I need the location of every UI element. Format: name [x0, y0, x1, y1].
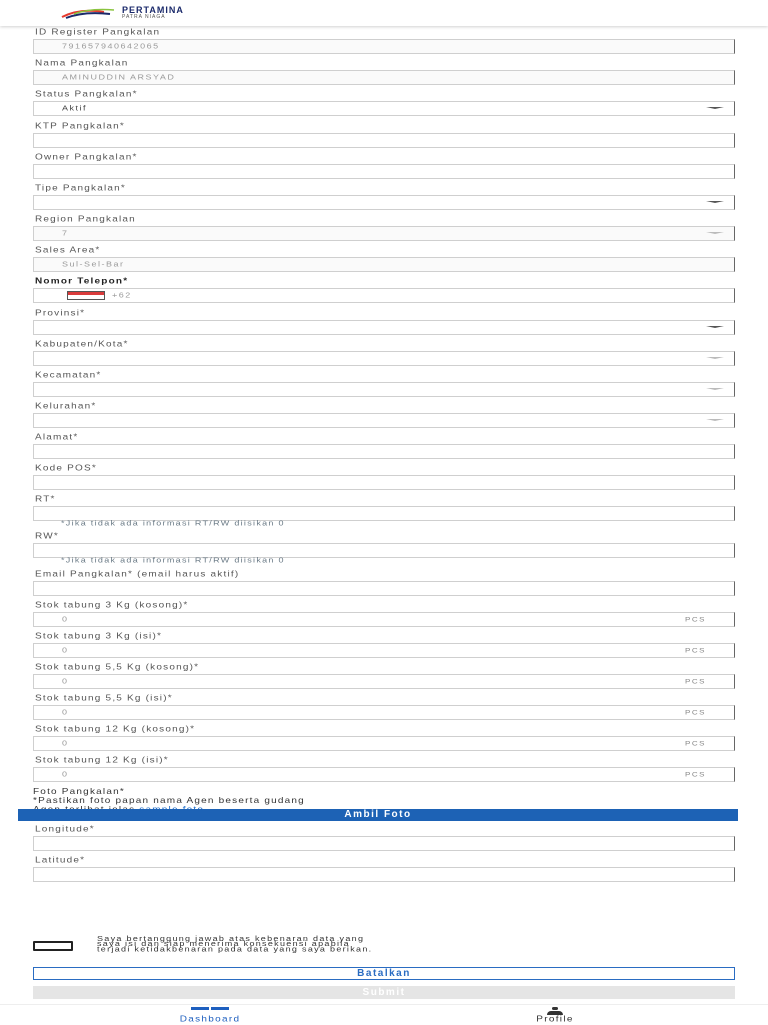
status-label: Status Pangkalan* [35, 90, 138, 100]
region-select: 7 [33, 226, 735, 241]
stok-input[interactable]: 0 PCS [33, 674, 735, 689]
status-select[interactable]: Aktif [33, 101, 735, 116]
email-input[interactable] [33, 581, 735, 596]
latitude-label: Latitude* [35, 856, 86, 866]
phone-prefix: +62 [112, 290, 132, 300]
longitude-label: Longitude* [35, 825, 95, 835]
id-register-label: ID Register Pangkalan [35, 28, 161, 38]
unit-suffix: PCS [685, 770, 706, 779]
kode-pos-input[interactable] [33, 475, 735, 490]
nav-dashboard-label: Dashboard [179, 1015, 241, 1024]
chevron-down-icon [706, 201, 724, 203]
agreement-checkbox[interactable] [33, 941, 73, 951]
foto-label: Foto Pangkalan* [33, 787, 125, 797]
sales-area-label: Sales Area* [35, 246, 101, 256]
unit-suffix: PCS [685, 615, 706, 624]
kode-pos-label: Kode POS* [35, 464, 97, 474]
chevron-down-icon [706, 357, 724, 359]
unit-suffix: PCS [685, 708, 706, 717]
kabupaten-label: Kabupaten/Kota* [35, 340, 129, 350]
owner-label: Owner Pangkalan* [35, 153, 138, 163]
stok-label: Stok tabung 12 Kg (isi)* [35, 756, 169, 766]
kecamatan-label: Kecamatan* [35, 371, 102, 381]
unit-suffix: PCS [685, 677, 706, 686]
cancel-button[interactable]: Batalkan [33, 967, 735, 980]
kelurahan-label: Kelurahan* [35, 402, 97, 412]
tipe-select[interactable] [33, 195, 735, 210]
submit-button[interactable]: Submit [33, 986, 735, 999]
agreement-text: Saya bertanggung jawab atas kebenaran da… [97, 934, 373, 953]
ambil-foto-button[interactable]: Ambil Foto [18, 809, 738, 821]
stok-input[interactable]: 0 PCS [33, 705, 735, 720]
stok-input[interactable]: 0 PCS [33, 643, 735, 658]
chevron-down-icon [706, 107, 724, 109]
stok-input[interactable]: 0 PCS [33, 736, 735, 751]
latitude-input[interactable] [33, 867, 735, 882]
person-icon [545, 1007, 565, 1015]
region-label: Region Pangkalan [35, 215, 136, 225]
foto-description: *Pastikan foto papan nama Agen beserta g… [33, 796, 305, 806]
nav-profile-label: Profile [536, 1015, 574, 1024]
kabupaten-select[interactable] [33, 351, 735, 366]
app-header: PERTAMINA PATRA NIAGA [0, 0, 768, 26]
owner-input[interactable] [33, 164, 735, 179]
rt-label: RT* [35, 495, 56, 505]
rt-hint: *Jika tidak ada informasi RT/RW diisikan… [61, 519, 285, 528]
bottom-navigation: Dashboard Profile [0, 1004, 768, 1025]
provinsi-select[interactable] [33, 320, 735, 335]
ktp-input[interactable] [33, 133, 735, 148]
indonesia-flag-icon[interactable] [67, 291, 105, 300]
agreement-section: Saya bertanggung jawab atas kebenaran da… [33, 934, 735, 956]
kelurahan-select[interactable] [33, 413, 735, 428]
sales-area-input: Sul-Sel-Bar [33, 257, 735, 272]
id-register-input: 791657940642065 [33, 39, 735, 54]
stok-input[interactable]: 0 PCS [33, 612, 735, 627]
alamat-label: Alamat* [35, 433, 79, 443]
tipe-label: Tipe Pangkalan* [35, 184, 127, 194]
stok-label: Stok tabung 3 Kg (isi)* [35, 632, 163, 642]
provinsi-label: Provinsi* [35, 309, 86, 319]
telepon-input[interactable]: +62 [33, 288, 735, 303]
unit-suffix: PCS [685, 739, 706, 748]
dashboard-icon [191, 1007, 229, 1015]
chevron-down-icon [706, 326, 724, 328]
pertamina-logo: PERTAMINA PATRA NIAGA [60, 5, 184, 21]
unit-suffix: PCS [685, 646, 706, 655]
pertamina-logo-icon [61, 8, 115, 19]
rw-label: RW* [35, 532, 59, 542]
longitude-input[interactable] [33, 836, 735, 851]
telepon-label: Nomor Telepon* [35, 277, 129, 287]
brand-subtitle: PATRA NIAGA [122, 14, 166, 20]
stok-label: Stok tabung 5,5 Kg (kosong)* [35, 663, 200, 673]
chevron-down-icon [706, 232, 724, 234]
rw-hint: *Jika tidak ada informasi RT/RW diisikan… [61, 556, 285, 565]
chevron-down-icon [706, 419, 724, 421]
stok-input[interactable]: 0 PCS [33, 767, 735, 782]
stok-label: Stok tabung 3 Kg (kosong)* [35, 601, 189, 611]
chevron-down-icon [706, 388, 724, 390]
email-label: Email Pangkalan* (email harus aktif) [35, 570, 240, 580]
stok-label: Stok tabung 12 Kg (kosong)* [35, 725, 196, 735]
nav-dashboard[interactable]: Dashboard [140, 1007, 280, 1025]
ktp-label: KTP Pangkalan* [35, 122, 125, 132]
nama-input: AMINUDDIN ARSYAD [33, 70, 735, 85]
alamat-input[interactable] [33, 444, 735, 459]
stok-label: Stok tabung 5,5 Kg (isi)* [35, 694, 173, 704]
nama-label: Nama Pangkalan [35, 59, 129, 69]
nav-profile[interactable]: Profile [500, 1007, 610, 1025]
kecamatan-select[interactable] [33, 382, 735, 397]
